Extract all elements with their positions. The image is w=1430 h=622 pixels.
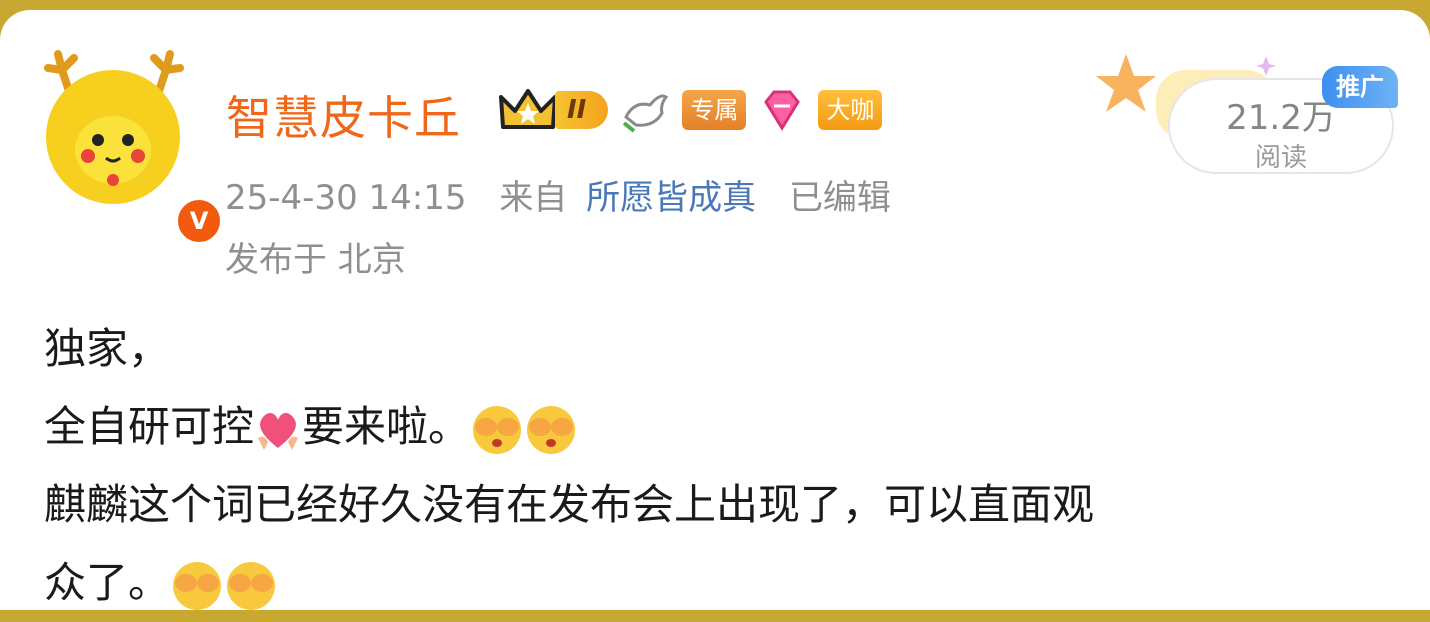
content-line: 麒麟这个词已经好久没有在发布会上出现了，可以直面观 xyxy=(44,480,1095,529)
post-card: V 智慧皮卡丘 II 专属 大咖 25-4-30 14:15 来自 所愿皆成真 … xyxy=(0,10,1430,610)
content-line: 众了。 xyxy=(44,544,1094,622)
crown-level-badge[interactable]: II xyxy=(497,87,609,133)
exclusive-badge[interactable]: 专属 xyxy=(682,90,747,130)
post-content: 独家， 全自研可控 要来啦。 麒麟这个词已经好久没有在发布会上出现了，可以直面观… xyxy=(44,310,1094,622)
edited-label[interactable]: 已编辑 xyxy=(789,178,891,218)
vip-badge[interactable]: 大咖 xyxy=(818,90,883,130)
content-line: 独家， xyxy=(44,324,171,373)
source-link[interactable]: 所愿皆成真 xyxy=(586,178,756,218)
from-label: 来自 xyxy=(499,178,568,218)
badge-row: II 专属 大咖 xyxy=(497,86,883,134)
see-no-evil-face-icon xyxy=(473,405,522,454)
dove-icon xyxy=(623,94,669,133)
author-name[interactable]: 智慧皮卡丘 xyxy=(226,82,461,148)
post-location: 发布于 北京 xyxy=(225,240,406,280)
post-meta: 25-4-30 14:15 来自 所愿皆成真 已编辑 xyxy=(225,170,891,219)
avatar[interactable]: V xyxy=(40,46,224,246)
verified-v-icon: V xyxy=(174,196,224,246)
see-no-evil-face-icon xyxy=(527,405,576,454)
crown-icon xyxy=(499,89,557,129)
diamond-icon[interactable] xyxy=(758,88,806,132)
content-line: 全自研可控 要来啦。 xyxy=(44,388,1094,466)
heart-icon xyxy=(258,412,299,450)
promo-badge: 推广 xyxy=(1322,66,1398,108)
level-badge: II xyxy=(555,91,609,129)
read-label: 阅读 xyxy=(1254,143,1307,173)
avatar-image xyxy=(46,70,180,204)
post-time: 25-4-30 14:15 xyxy=(225,178,467,218)
